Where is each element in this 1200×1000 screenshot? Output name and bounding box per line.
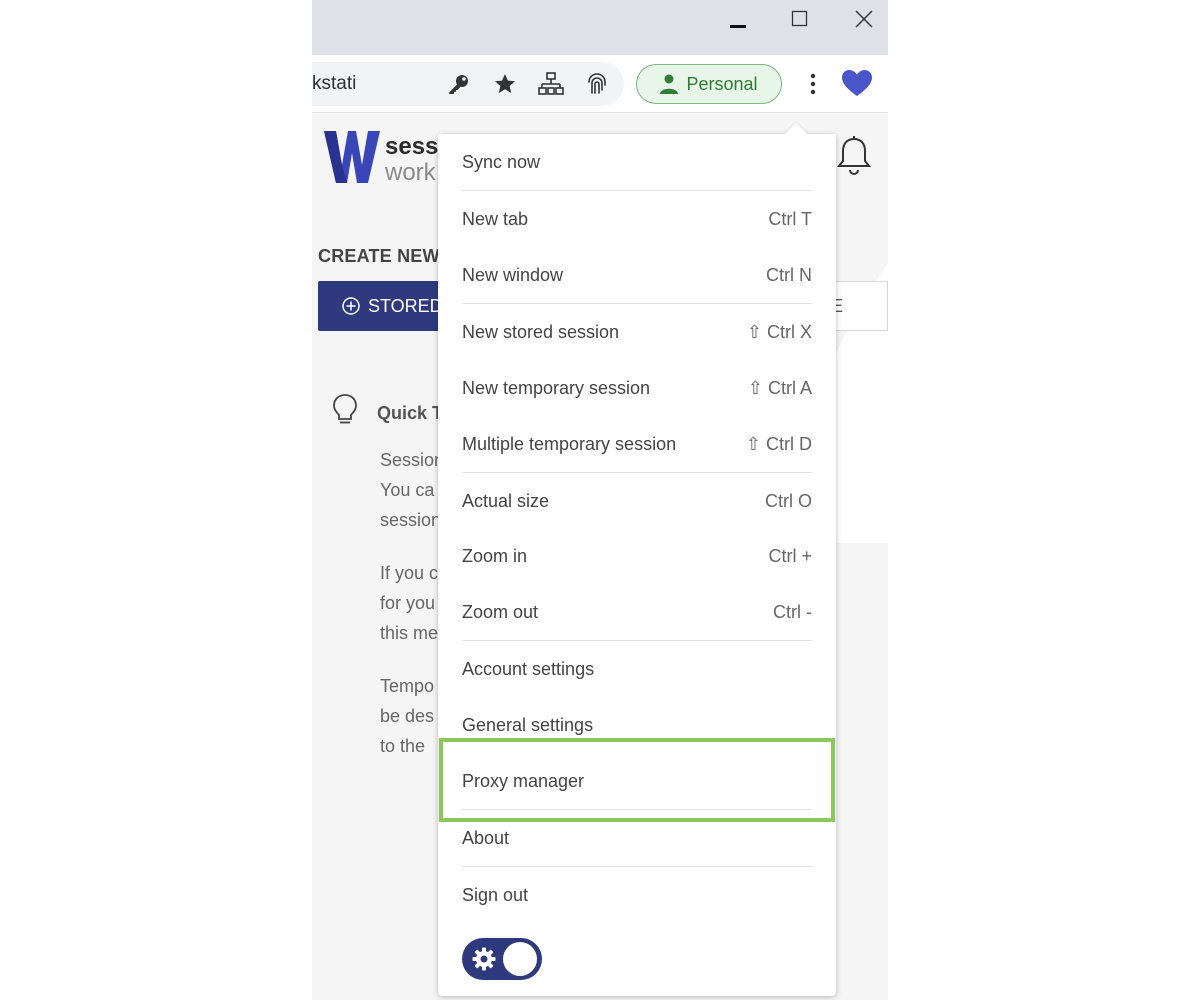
tip-line: to the bbox=[380, 736, 426, 756]
maximize-button[interactable] bbox=[768, 0, 832, 38]
close-button[interactable] bbox=[832, 0, 888, 38]
menu-item-label: Sync now bbox=[462, 152, 541, 172]
menu-item-label: Multiple temporary session bbox=[462, 434, 677, 454]
fingerprint-icon[interactable] bbox=[582, 69, 612, 99]
menu-item-shortcut: ⇧ Ctrl A bbox=[747, 378, 812, 398]
menu-item-proxy-manager[interactable]: Proxy manager bbox=[438, 753, 836, 809]
menu-item-general-settings[interactable]: General settings bbox=[438, 697, 836, 753]
menu-item-zoom-out[interactable]: Zoom out Ctrl - bbox=[438, 584, 836, 640]
theme-toggle[interactable] bbox=[462, 938, 542, 980]
menu-item-new-temporary-session[interactable]: New temporary session ⇧ Ctrl A bbox=[438, 360, 836, 416]
key-icon[interactable] bbox=[444, 69, 474, 99]
tip-line: this me bbox=[380, 623, 439, 643]
menu-item-shortcut: Ctrl O bbox=[765, 491, 812, 511]
logo-w bbox=[324, 131, 380, 183]
menu-item-label: General settings bbox=[462, 715, 594, 735]
menu-item-shortcut: Ctrl + bbox=[768, 546, 812, 566]
tip-line: If you c bbox=[380, 563, 439, 583]
tip-line: You ca bbox=[380, 480, 435, 500]
title-bar bbox=[312, 0, 888, 55]
minimize-icon bbox=[730, 25, 746, 28]
menu-item-label: Zoom in bbox=[462, 546, 528, 566]
brand-name: sessi bbox=[385, 133, 446, 160]
profile-button[interactable]: Personal bbox=[636, 64, 782, 104]
maximize-icon bbox=[791, 10, 808, 27]
menu-item-account-settings[interactable]: Account settings bbox=[438, 641, 836, 697]
menu-item-label: New window bbox=[462, 265, 564, 285]
profile-label: Personal bbox=[686, 73, 758, 94]
menu-item-sign-out[interactable]: Sign out bbox=[438, 867, 836, 923]
menu-item-label: New tab bbox=[462, 209, 529, 229]
heart-icon[interactable] bbox=[840, 68, 874, 100]
plus-circle-icon bbox=[342, 297, 360, 315]
menu-item-shortcut: Ctrl N bbox=[766, 265, 812, 285]
menu-item-shortcut: ⇧ Ctrl D bbox=[745, 434, 812, 454]
menu-item-label: Sign out bbox=[462, 885, 529, 905]
network-icon[interactable] bbox=[536, 69, 566, 99]
menu-item-new-tab[interactable]: New tab Ctrl T bbox=[438, 191, 836, 247]
app-menu: Sync now New tab Ctrl T New window Ctrl N … bbox=[438, 122, 836, 996]
menu-item-label: New stored session bbox=[462, 322, 620, 342]
close-icon bbox=[855, 10, 873, 28]
tip-line: be des bbox=[380, 706, 435, 726]
menu-item-sync-now[interactable]: Sync now bbox=[438, 134, 836, 190]
menu-item-label: Zoom out bbox=[462, 602, 539, 622]
brand-subtitle: work bbox=[385, 159, 436, 186]
create-new-label: CREATE NEW bbox=[318, 246, 440, 266]
menu-item-new-window[interactable]: New window Ctrl N bbox=[438, 247, 836, 303]
menu-item-new-stored-session[interactable]: New stored session ⇧ Ctrl X bbox=[438, 304, 836, 360]
person-icon bbox=[660, 74, 679, 94]
menu-item-about[interactable]: About bbox=[438, 810, 836, 866]
menu-item-label: About bbox=[462, 828, 510, 848]
tip-line: Session bbox=[380, 450, 445, 470]
menu-item-zoom-in[interactable]: Zoom in Ctrl + bbox=[438, 528, 836, 584]
toggle-knob bbox=[503, 942, 537, 976]
bell-icon[interactable] bbox=[834, 135, 874, 177]
tip-line: session bbox=[380, 510, 442, 530]
menu-item-label: New temporary session bbox=[462, 378, 651, 398]
menu-item-multiple-temporary-session[interactable]: Multiple temporary session ⇧ Ctrl D bbox=[438, 416, 836, 472]
minimize-button[interactable] bbox=[706, 0, 770, 38]
menu-item-actual-size[interactable]: Actual size Ctrl O bbox=[438, 473, 836, 529]
gear-icon bbox=[472, 947, 496, 971]
tip-line: Tempo bbox=[380, 676, 435, 696]
lightbulb-icon bbox=[333, 394, 357, 424]
menu-item-label: Account settings bbox=[462, 659, 595, 679]
stored-button-label: STORED bbox=[368, 295, 443, 316]
address-bar-text: kstati bbox=[312, 73, 357, 94]
menu-item-shortcut: ⇧ Ctrl X bbox=[746, 322, 812, 342]
kebab-menu-icon[interactable] bbox=[798, 69, 828, 99]
menu-item-label: Actual size bbox=[462, 491, 550, 511]
quick-tips-title: Quick T bbox=[377, 403, 444, 423]
toolbar: kstati Personal bbox=[312, 55, 888, 113]
menu-item-shortcut: Ctrl T bbox=[768, 209, 812, 229]
menu-item-label: Proxy manager bbox=[462, 771, 585, 791]
tip-line: for you bbox=[380, 593, 436, 613]
star-icon[interactable] bbox=[490, 69, 520, 99]
menu-item-shortcut: Ctrl - bbox=[773, 602, 812, 622]
